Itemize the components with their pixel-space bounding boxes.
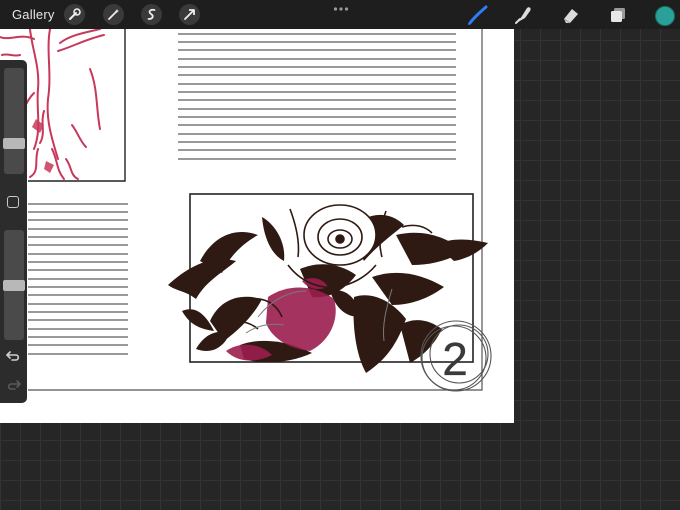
- gallery-button[interactable]: Gallery: [12, 7, 55, 22]
- brush-size-thumb[interactable]: [3, 138, 25, 149]
- actions-button[interactable]: [64, 4, 85, 25]
- side-toolbar: [0, 60, 27, 403]
- opacity-slider[interactable]: [3, 230, 25, 340]
- layers-icon[interactable]: [607, 5, 629, 25]
- brush-icon[interactable]: [467, 5, 489, 25]
- selection-button[interactable]: [141, 4, 162, 25]
- smudge-icon[interactable]: [513, 5, 535, 25]
- eraser-icon[interactable]: [560, 5, 582, 25]
- more-options-icon[interactable]: [333, 6, 349, 12]
- redo-icon[interactable]: [6, 378, 21, 391]
- top-toolbar: Gallery: [0, 0, 680, 29]
- transform-arrow-icon: [184, 9, 195, 20]
- comic-page-artwork: 2: [0, 29, 492, 392]
- modify-button[interactable]: [7, 196, 19, 208]
- undo-icon[interactable]: [6, 349, 21, 362]
- magic-wand-icon: [108, 9, 119, 20]
- wrench-icon: [69, 8, 81, 20]
- selection-icon: [147, 8, 156, 20]
- color-swatch[interactable]: [655, 6, 675, 26]
- opacity-thumb[interactable]: [3, 280, 25, 291]
- adjustments-button[interactable]: [103, 4, 124, 25]
- transform-button[interactable]: [179, 4, 200, 25]
- panel-number: 2: [442, 333, 468, 385]
- drawing-canvas[interactable]: 2: [0, 29, 514, 423]
- brush-size-slider[interactable]: [3, 68, 25, 174]
